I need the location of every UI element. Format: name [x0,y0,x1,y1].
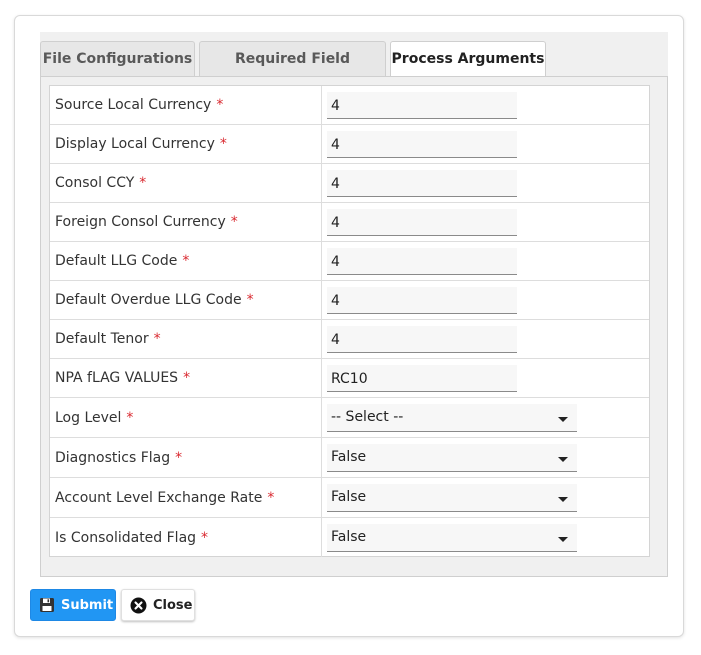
required-marker: * [246,292,254,308]
field-input-cell [323,86,649,124]
field-label: Diagnostics Flag [55,449,171,466]
field-label: Foreign Consol Currency [55,214,226,230]
field-label: Log Level [55,409,122,426]
field-row: Default Overdue LLG Code * [50,281,649,320]
required-marker: * [219,136,227,152]
tab-process-arguments[interactable]: Process Arguments [390,41,546,78]
field-row: Foreign Consol Currency * [50,203,649,242]
field-row: Account Level Exchange Rate * False [50,478,649,518]
field-label-cell: Default Tenor * [50,320,322,358]
field-input-cell: False [323,518,649,557]
field-label: Display Local Currency [55,136,215,152]
field-label: Consol CCY [55,175,135,191]
caret-down-icon [558,537,568,542]
field-row: Default Tenor * [50,320,649,359]
field-text-input[interactable] [327,131,517,158]
field-row: Diagnostics Flag * False [50,438,649,478]
field-text-input[interactable] [327,92,517,119]
field-label-cell: Source Local Currency * [50,86,322,124]
field-label: NPA fLAG VALUES [55,370,179,386]
field-label-cell: Is Consolidated Flag * [50,518,322,557]
field-text-input[interactable] [327,248,517,275]
field-label-cell: Account Level Exchange Rate * [50,478,322,517]
field-input-cell: False [323,478,649,517]
field-text-input[interactable] [327,365,517,392]
field-input-cell [323,242,649,280]
select-value: False [331,489,367,505]
field-label-cell: Consol CCY * [50,164,322,202]
field-text-input[interactable] [327,170,517,197]
field-input-cell [323,125,649,163]
field-row: Consol CCY * [50,164,649,203]
field-row: NPA fLAG VALUES * [50,359,649,398]
required-marker: * [183,370,191,386]
field-row: Source Local Currency * [50,86,649,125]
field-label-cell: NPA fLAG VALUES * [50,359,322,397]
field-row: Log Level * -- Select -- [50,398,649,438]
tab-file-configurations[interactable]: File Configurations [40,41,195,77]
field-input-cell [323,203,649,241]
field-row: Default LLG Code * [50,242,649,281]
field-select[interactable]: False [327,524,577,552]
field-label: Is Consolidated Flag [55,529,197,546]
field-row: Display Local Currency * [50,125,649,164]
tab-container: File Configurations Required Field Mappi… [40,32,668,577]
field-label-cell: Foreign Consol Currency * [50,203,322,241]
field-label-cell: Default Overdue LLG Code * [50,281,322,319]
select-value: False [331,449,367,465]
caret-down-icon [558,497,568,502]
field-input-cell: False [323,438,649,477]
required-marker: * [230,214,238,230]
close-label: Close [153,597,193,613]
field-input-cell [323,281,649,319]
field-input-cell [323,164,649,202]
submit-label: Submit [61,597,114,613]
close-button[interactable]: Close [121,589,195,621]
field-label: Account Level Exchange Rate [55,489,263,506]
field-input-cell [323,359,649,397]
field-label-cell: Diagnostics Flag * [50,438,322,477]
field-text-input[interactable] [327,287,517,314]
required-marker: * [139,175,147,191]
required-marker: * [201,529,209,546]
field-select[interactable]: False [327,444,577,472]
field-label: Source Local Currency [55,97,212,113]
required-marker: * [126,409,134,426]
field-label: Default LLG Code [55,253,178,269]
floppy-disk-icon [40,598,54,612]
submit-button[interactable]: Submit [30,589,116,621]
field-select[interactable]: False [327,484,577,512]
field-label: Default Tenor [55,331,149,347]
field-text-input[interactable] [327,326,517,353]
field-input-cell [323,320,649,358]
select-value: -- Select -- [331,409,404,425]
required-marker: * [175,449,183,466]
field-select[interactable]: -- Select -- [327,404,577,432]
required-marker: * [153,331,161,347]
field-row: Is Consolidated Flag * False [50,518,649,557]
arguments-grid: Source Local Currency*Display Local Curr… [49,85,650,557]
tab-required-field-mapping[interactable]: Required Field Mapping [199,41,386,101]
field-label-cell: Log Level * [50,398,322,437]
required-marker: * [267,489,275,506]
required-marker: * [182,253,190,269]
process-arguments-panel: Source Local Currency*Display Local Curr… [40,76,668,577]
field-label: Default Overdue LLG Code [55,292,242,308]
select-value: False [331,529,367,545]
caret-down-icon [558,417,568,422]
required-marker: * [216,97,224,113]
form-card: File Configurations Required Field Mappi… [14,15,684,637]
field-label-cell: Default LLG Code * [50,242,322,280]
field-label-cell: Display Local Currency * [50,125,322,163]
field-input-cell: -- Select -- [323,398,649,437]
close-circle-icon [130,597,147,613]
caret-down-icon [558,457,568,462]
field-text-input[interactable] [327,209,517,236]
